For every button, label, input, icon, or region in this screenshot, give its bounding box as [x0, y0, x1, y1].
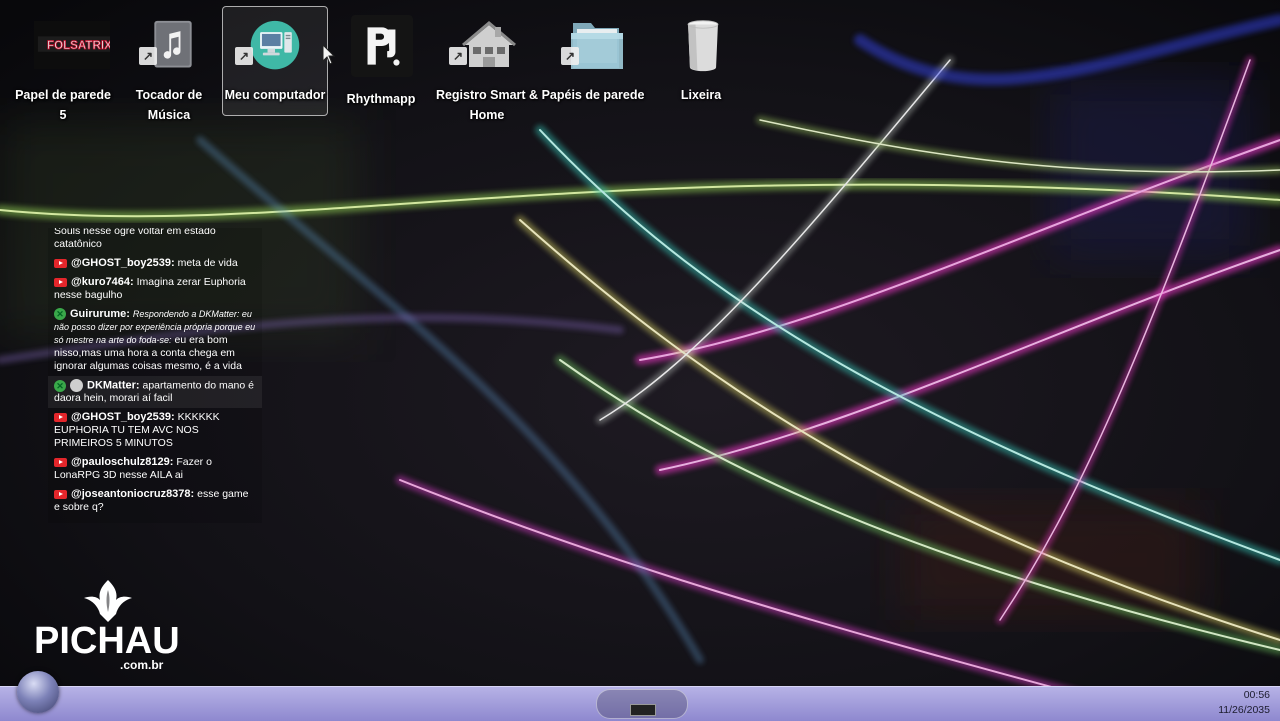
- shortcut-arrow-icon: ↗: [139, 47, 157, 65]
- chat-message: @GHOST_boy2539: meta de vida: [48, 254, 262, 273]
- system-clock[interactable]: 00:56 11/26/2035: [1218, 688, 1270, 718]
- chat-message: @joseantoniocruz8378: esse game e sobre …: [48, 485, 262, 517]
- youtube-icon: [54, 490, 67, 499]
- chat-author: DKMatter:: [87, 379, 140, 392]
- pichau-domain-text: .com.br: [120, 658, 164, 672]
- desktop-icon-rhythmapp[interactable]: Rhythmapp: [328, 6, 434, 116]
- taskbar-window-button[interactable]: [596, 689, 688, 719]
- youtube-icon: [54, 258, 67, 268]
- pichau-phoenix-logo-icon: [84, 580, 132, 622]
- shortcut-arrow-icon: ↗: [561, 47, 579, 65]
- folder-icon: [571, 23, 623, 69]
- user-avatar-icon: [70, 379, 83, 392]
- rhythmapp-logo-icon: [351, 15, 413, 77]
- mouse-cursor-icon: [322, 44, 336, 65]
- clock-time: 00:56: [1243, 689, 1270, 701]
- icon-label: Registro Smart & Home: [435, 88, 539, 122]
- chat-message-text: meta de vida: [177, 257, 238, 269]
- chat-author: @joseantoniocruz8378:: [71, 488, 195, 501]
- computer-icon: [250, 20, 300, 70]
- shortcut-arrow-icon: ↗: [235, 47, 253, 65]
- chat-message: Souls nesse ogre voltar em estado catatô…: [48, 228, 262, 254]
- chat-message-text: Souls nesse ogre voltar em estado catatô…: [54, 228, 216, 250]
- chat-author: @GHOST_boy2539:: [71, 411, 175, 424]
- chat-author: @pauloschulz8129:: [71, 456, 174, 469]
- xbox-icon: ✕: [54, 379, 66, 392]
- shortcut-arrow-icon: ↗: [449, 47, 467, 65]
- folsatrix-wallpaper-image-icon: FOLSATRIX: [34, 20, 110, 70]
- desktop-icon-meu-computador[interactable]: ↗ Meu computador: [222, 6, 328, 116]
- youtube-icon: [54, 413, 67, 422]
- chat-message: @kuro7464: Imagina zerar Euphoria nesse …: [48, 273, 262, 305]
- chat-message: ✕ DKMatter: apartamento do mano é daora h…: [48, 376, 262, 409]
- icon-label: Tocador de Música: [135, 88, 203, 122]
- chat-message: ✕ Guirurume: Respondendo a DKMatter: eu n…: [48, 305, 262, 376]
- pichau-brand-text: PICHAU: [34, 620, 180, 662]
- start-button[interactable]: [17, 671, 59, 713]
- desktop-icon-registro-smart-home[interactable]: ↗ Registro Smart & Home: [434, 6, 540, 122]
- icon-label: Papel de parede 5: [15, 88, 111, 122]
- chat-author: @GHOST_boy2539:: [71, 257, 175, 269]
- youtube-icon: [54, 277, 67, 287]
- chat-author: Guirurume:: [70, 308, 130, 320]
- trash-bin-icon: [687, 20, 719, 72]
- icon-label: Meu computador: [224, 88, 326, 102]
- chat-message-text: apartamento do mano é daora hein, morari…: [54, 379, 254, 405]
- desktop-icon-papeis-de-parede[interactable]: ↗ Papéis de parede: [540, 6, 646, 116]
- folsatrix-logo-text: FOLSATRIX: [47, 39, 110, 52]
- window-thumbnail-icon: [630, 704, 656, 716]
- desktop-icon-tocador-de-musica[interactable]: ↗ Tocador de Música: [116, 6, 222, 122]
- chat-message: @GHOST_boy2539: KKKKKK EUPHORIA TU TEM A…: [48, 408, 262, 453]
- house-icon: [462, 21, 516, 67]
- xbox-icon: ✕: [54, 308, 66, 321]
- chat-message: @pauloschulz8129: Fazer o LonaRPG 3D nes…: [48, 453, 262, 485]
- icon-label: Lixeira: [680, 88, 722, 102]
- icon-label: Rhythmapp: [346, 92, 416, 106]
- live-chat-overlay: Souls nesse ogre voltar em estado catatô…: [48, 228, 262, 523]
- icon-label: Papéis de parede: [541, 88, 645, 102]
- clock-date: 11/26/2035: [1218, 704, 1270, 716]
- youtube-icon: [54, 458, 67, 467]
- desktop-icon-lixeira[interactable]: Lixeira: [648, 6, 754, 116]
- pichau-watermark: PICHAU .com.br: [34, 578, 184, 674]
- desktop-icon-papel-de-parede-5[interactable]: FOLSATRIX Papel de parede 5: [10, 6, 116, 122]
- chat-author: @kuro7464:: [71, 276, 134, 288]
